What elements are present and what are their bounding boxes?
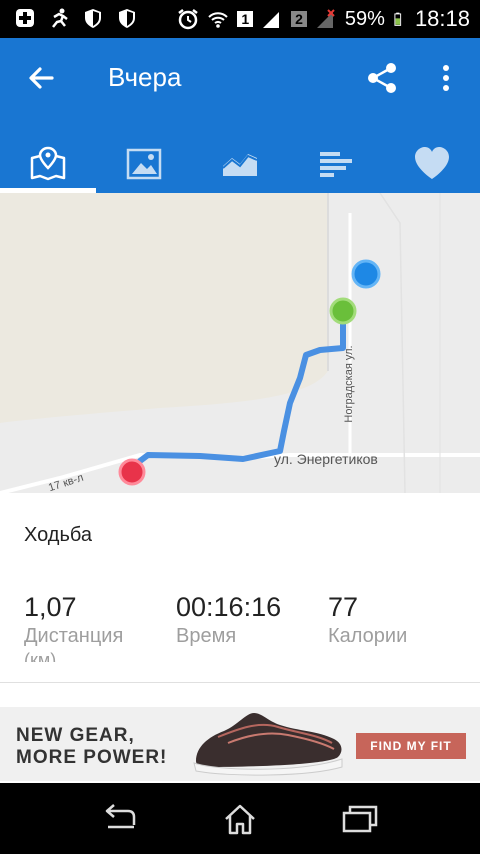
plus-icon <box>16 9 34 27</box>
route-map[interactable]: ул. Энергетиков Ноградская ул. 17 кв-л <box>0 193 480 493</box>
more-vert-icon[interactable] <box>432 60 460 96</box>
status-bar: 1 2 59% 18:18 <box>0 0 480 38</box>
alarm-icon <box>178 9 199 30</box>
tab-photos[interactable] <box>96 134 192 193</box>
sim2-badge: 2 <box>291 11 307 27</box>
app-bar: Вчера <box>0 38 480 193</box>
home-icon[interactable] <box>220 803 260 835</box>
shield-icon <box>119 9 135 28</box>
start-marker[interactable] <box>118 458 146 486</box>
stat-label: Калории <box>328 625 408 647</box>
stat-value: 1,07 <box>24 592 77 622</box>
ad-line: NEW GEAR, <box>16 725 135 746</box>
ad-headline: NEW GEAR, MORE POWER! <box>16 725 167 769</box>
heart-icon <box>415 146 449 179</box>
clock: 18:18 <box>414 6 470 31</box>
system-nav-bar <box>0 783 480 854</box>
ad-line: MORE POWER! <box>16 747 168 768</box>
stats-row: 1,07 Дистанция (км) 00:16:16 Время 77 Ка… <box>0 592 480 662</box>
street-label: ул. Энергетиков <box>274 451 378 467</box>
find-my-fit-button[interactable]: FIND MY FIT <box>356 733 466 759</box>
sneaker-image <box>193 713 343 776</box>
tab-bar <box>0 134 480 193</box>
tab-chart[interactable] <box>192 134 288 193</box>
image-icon <box>126 148 162 179</box>
stat-label: Дистанция <box>24 625 124 647</box>
divider <box>0 682 480 683</box>
stat-value: 00:16:16 <box>176 592 282 622</box>
page-title: Вчера <box>108 62 182 92</box>
signal-icon <box>263 12 280 28</box>
share-icon[interactable] <box>364 60 400 96</box>
stat-label: Время <box>176 625 237 647</box>
stat-distance: 1,07 Дистанция (км) <box>24 592 123 662</box>
wifi-icon <box>208 12 229 28</box>
stat-unit: (км) <box>24 650 57 662</box>
stat-calories: 77 Калории <box>328 592 407 648</box>
sim1-badge: 1 <box>237 11 254 27</box>
tab-laps[interactable] <box>288 134 384 193</box>
back-icon[interactable] <box>100 803 140 835</box>
battery-percent: 59% <box>344 7 385 30</box>
street-label: Ноградская ул. <box>343 345 355 423</box>
map-canvas <box>0 193 480 493</box>
ad-banner[interactable]: NEW GEAR, MORE POWER! FIND MY FIT <box>0 707 480 781</box>
runner-icon <box>52 8 68 28</box>
battery-icon <box>394 12 402 26</box>
activity-type: Ходьба <box>24 524 93 546</box>
arrow-back-icon[interactable] <box>24 60 60 96</box>
tab-map[interactable] <box>0 134 96 193</box>
tab-health[interactable] <box>384 134 480 193</box>
stat-value: 77 <box>328 592 359 622</box>
bars-icon <box>320 151 352 177</box>
map-icon <box>30 146 66 180</box>
shield-icon <box>85 9 101 28</box>
stat-time: 00:16:16 Время <box>176 592 281 648</box>
area-chart-icon <box>222 153 258 176</box>
recents-icon[interactable] <box>340 803 380 835</box>
signal-icon <box>316 9 335 28</box>
current-location-marker[interactable] <box>351 259 381 289</box>
